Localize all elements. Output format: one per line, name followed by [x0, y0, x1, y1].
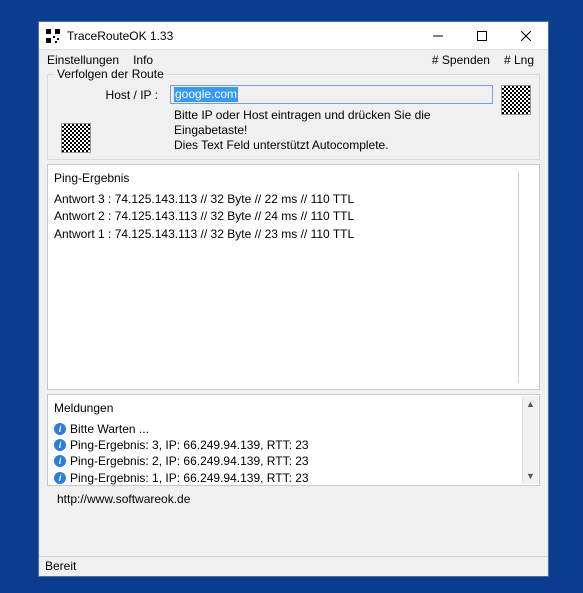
qr-left-wrap: [56, 119, 96, 153]
messages-scrollbar[interactable]: ▲ ▼: [522, 396, 538, 484]
results-panel: Ping-Ergebnis Antwort 3 : 74.125.143.113…: [47, 164, 540, 390]
app-window: TraceRouteOK 1.33 Einstellungen Info # S…: [38, 21, 549, 577]
results-divider: [518, 171, 519, 383]
message-text: Ping-Ergebnis: 3, IP: 66.249.94.139, RTT…: [70, 437, 309, 453]
close-icon: [521, 31, 531, 41]
menu-lang[interactable]: # Lng: [500, 51, 544, 69]
app-icon: [45, 28, 61, 44]
footer-url[interactable]: http://www.softwareok.de: [47, 490, 540, 510]
message-row[interactable]: i Ping-Ergebnis: 1, IP: 66.249.94.139, RT…: [54, 470, 521, 486]
host-label: Host / IP :: [104, 88, 164, 102]
message-text: Bitte Warten ...: [70, 421, 149, 437]
menu-donate[interactable]: # Spenden: [428, 51, 500, 69]
maximize-button[interactable]: [460, 22, 504, 50]
close-button[interactable]: [504, 22, 548, 50]
scroll-track[interactable]: [523, 412, 538, 468]
results-rows: Antwort 3 : 74.125.143.113 // 32 Byte //…: [54, 191, 533, 243]
host-hint: Bitte IP oder Host eintragen und drücken…: [174, 108, 493, 153]
result-row[interactable]: Antwort 1 : 74.125.143.113 // 32 Byte //…: [54, 226, 533, 243]
message-text: Ping-Ergebnis: 1, IP: 66.249.94.139, RTT…: [70, 470, 309, 486]
status-text: Bereit: [45, 559, 76, 573]
host-input[interactable]: google.com: [170, 85, 493, 104]
results-heading: Ping-Ergebnis: [54, 171, 533, 185]
scroll-down-icon[interactable]: ▼: [523, 468, 538, 484]
info-icon: i: [54, 472, 66, 484]
scroll-up-icon[interactable]: ▲: [523, 396, 538, 412]
minimize-button[interactable]: [416, 22, 460, 50]
info-icon: i: [54, 439, 66, 451]
message-row[interactable]: i Ping-Ergebnis: 3, IP: 66.249.94.139, RT…: [54, 437, 521, 453]
messages-panel: Meldungen i Bitte Warten ... i Ping-Ergebni…: [47, 394, 540, 486]
qr-right-wrap: [501, 85, 531, 118]
host-group: Verfolgen der Route Host / IP : google.c…: [47, 74, 540, 160]
message-row[interactable]: i Bitte Warten ...: [54, 421, 521, 437]
group-label: Verfolgen der Route: [54, 67, 167, 81]
qr-icon-left[interactable]: [61, 123, 91, 153]
content-area: Verfolgen der Route Host / IP : google.c…: [39, 70, 548, 556]
titlebar[interactable]: TraceRouteOK 1.33: [39, 22, 548, 50]
maximize-icon: [477, 31, 487, 41]
window-title: TraceRouteOK 1.33: [67, 29, 416, 43]
info-icon: i: [54, 455, 66, 467]
messages-rows: i Bitte Warten ... i Ping-Ergebnis: 3, IP: …: [54, 421, 521, 486]
statusbar: Bereit: [39, 556, 548, 576]
qr-icon-right[interactable]: [501, 85, 531, 115]
result-row[interactable]: Antwort 2 : 74.125.143.113 // 32 Byte //…: [54, 208, 533, 225]
host-input-value: google.com: [174, 87, 238, 102]
result-row[interactable]: Antwort 3 : 74.125.143.113 // 32 Byte //…: [54, 191, 533, 208]
message-row[interactable]: i Ping-Ergebnis: 2, IP: 66.249.94.139, RT…: [54, 453, 521, 469]
message-text: Ping-Ergebnis: 2, IP: 66.249.94.139, RTT…: [70, 453, 309, 469]
info-icon: i: [54, 423, 66, 435]
messages-heading: Meldungen: [54, 401, 521, 415]
minimize-icon: [433, 31, 443, 41]
